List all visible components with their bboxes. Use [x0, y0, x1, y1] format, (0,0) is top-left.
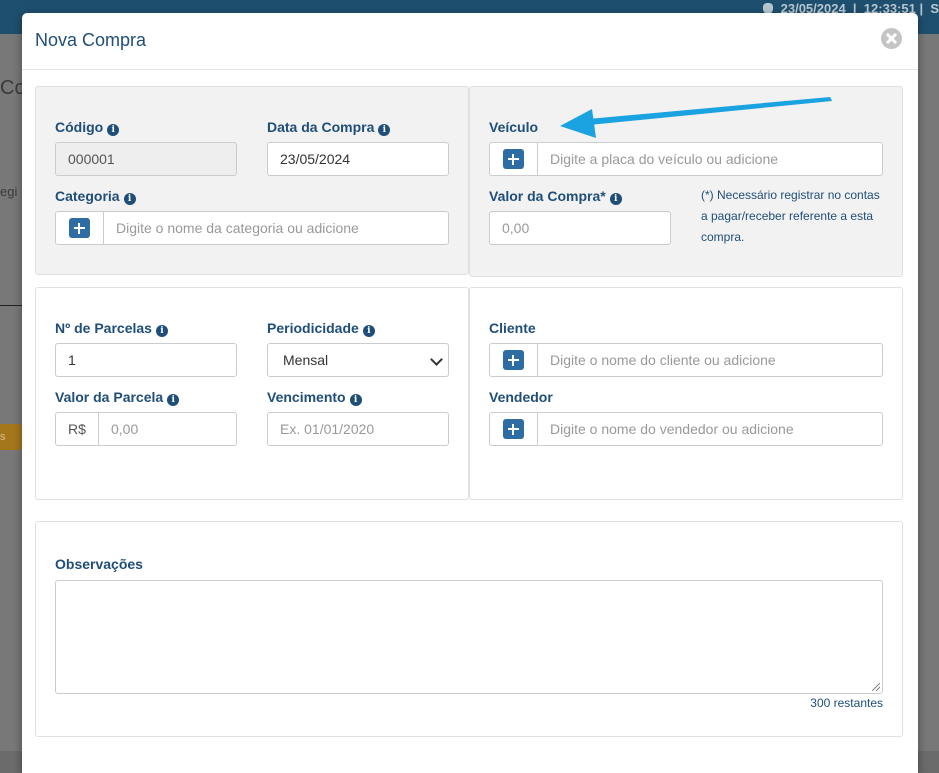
info-icon: i: [609, 193, 622, 205]
add-cliente-button[interactable]: [503, 350, 524, 370]
codigo-field: 000001: [55, 142, 237, 176]
data-compra-field[interactable]: 23/05/2024: [267, 142, 449, 176]
valor-parcela-group: R$ 0,00: [55, 412, 237, 446]
panel-purchase-info: Código i 000001 Data da Compra i 23/05/202…: [35, 86, 469, 275]
background-button: s: [0, 424, 22, 450]
chevron-down-icon: [430, 353, 443, 366]
observacoes-textarea[interactable]: [55, 580, 883, 694]
parcelas-input[interactable]: 1: [55, 343, 237, 377]
info-icon: i: [107, 124, 120, 136]
vencimento-input[interactable]: Ex. 01/01/2020: [267, 412, 449, 446]
background-field-fragment: egi: [0, 184, 18, 199]
vendedor-input[interactable]: Digite o nome do vendedor ou adicione: [550, 413, 794, 445]
info-icon: i: [155, 325, 168, 337]
observacoes-label: Observações: [55, 556, 143, 572]
cliente-input[interactable]: Digite o nome do cliente ou adicione: [550, 344, 776, 376]
categoria-input[interactable]: Digite o nome da categoria ou adicione: [116, 212, 359, 244]
vendedor-label: Vendedor: [489, 389, 553, 405]
vendedor-add-addon: [490, 413, 538, 445]
codigo-label: Código i: [55, 119, 120, 136]
valor-compra-input[interactable]: 0,00: [489, 211, 671, 245]
add-vendedor-button[interactable]: [503, 419, 524, 439]
info-icon: i: [123, 193, 136, 205]
add-categoria-button[interactable]: [69, 218, 90, 238]
veiculo-add-addon: [490, 143, 538, 175]
vencimento-label: Vencimento i: [267, 389, 362, 406]
veiculo-input-group: Digite a placa do veículo ou adicione: [489, 142, 883, 176]
info-icon: i: [349, 394, 362, 406]
data-compra-label: Data da Compra i: [267, 119, 391, 136]
background-divider: [0, 305, 24, 306]
vendedor-input-group: Digite o nome do vendedor ou adicione: [489, 412, 883, 446]
modal-header: Nova Compra: [22, 13, 918, 70]
cliente-input-group: Digite o nome do cliente ou adicione: [489, 343, 883, 377]
periodicidade-select[interactable]: Mensal: [267, 343, 449, 377]
valor-parcela-label: Valor da Parcela i: [55, 389, 180, 406]
info-icon: i: [362, 325, 375, 337]
veiculo-input[interactable]: Digite a placa do veículo ou adicione: [550, 143, 778, 175]
parcelas-label: Nº de Parcelas i: [55, 320, 168, 337]
valor-compra-label: Valor da Compra* i: [489, 188, 622, 205]
categoria-label: Categoria i: [55, 188, 136, 205]
periodicidade-label: Periodicidade i: [267, 320, 375, 337]
info-icon: i: [378, 124, 391, 136]
add-veiculo-button[interactable]: [503, 149, 524, 169]
panel-people: Cliente Digite o nome do cliente ou adic…: [469, 287, 903, 500]
nova-compra-modal: Nova Compra Código i 000001 Data da Compr…: [22, 13, 918, 773]
panel-installments: Nº de Parcelas i 1 Periodicidade i Mensal …: [35, 287, 469, 500]
valor-compra-note: (*) Necessário registrar no contas a pag…: [701, 188, 880, 244]
panel-notes: Observações 300 restantes: [35, 521, 903, 737]
valor-parcela-input[interactable]: 0,00: [111, 413, 138, 445]
modal-title: Nova Compra: [35, 30, 147, 50]
cliente-add-addon: [490, 344, 538, 376]
close-icon[interactable]: [881, 28, 902, 49]
info-icon: i: [167, 394, 180, 406]
observacoes-counter: 300 restantes: [810, 696, 883, 710]
currency-addon: R$: [56, 413, 99, 445]
panel-vehicle: Veículo Digite a placa do veículo ou adi…: [469, 86, 903, 277]
categoria-input-group: Digite o nome da categoria ou adicione: [55, 211, 449, 245]
resize-handle-icon[interactable]: [872, 683, 880, 691]
categoria-add-addon: [56, 212, 104, 244]
periodicidade-value: Mensal: [283, 352, 329, 368]
cliente-label: Cliente: [489, 320, 536, 336]
topbar-user: S: [930, 1, 939, 16]
veiculo-label: Veículo: [489, 119, 539, 135]
